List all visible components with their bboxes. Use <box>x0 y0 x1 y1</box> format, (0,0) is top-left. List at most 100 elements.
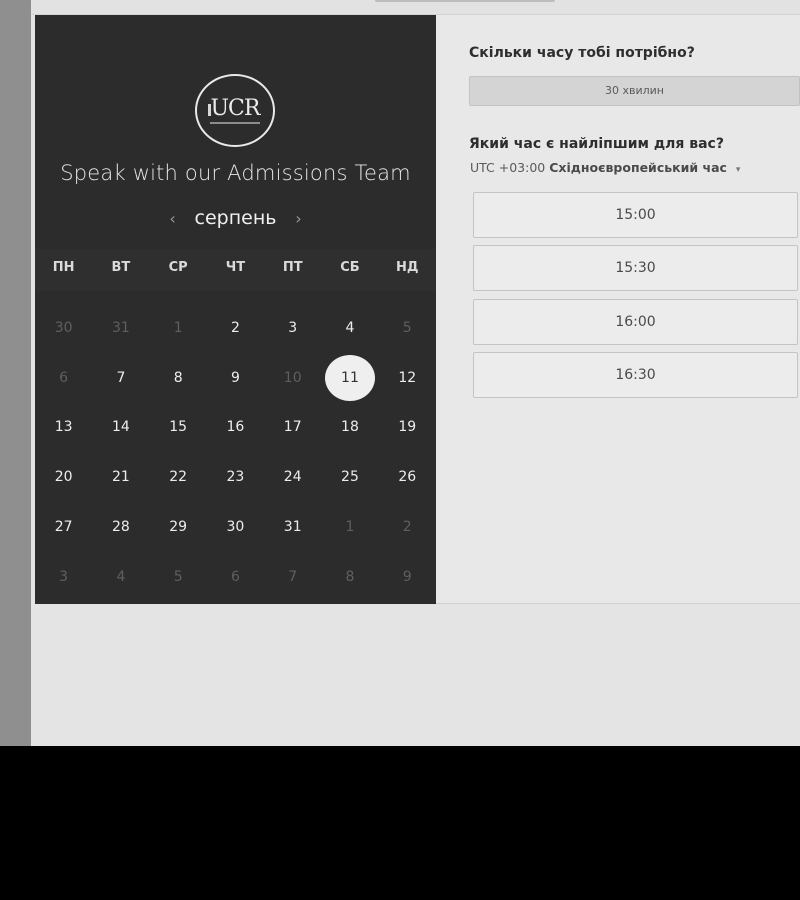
calendar-day-number: 8 <box>345 568 355 585</box>
calendar-day: 6 <box>35 353 92 403</box>
ucr-logo: UCR <box>195 74 275 147</box>
calendar-day-number: 21 <box>111 469 130 486</box>
calendar-day[interactable]: 27 <box>35 502 92 552</box>
calendar-day-number: 10 <box>283 369 302 386</box>
calendar-day-number: 16 <box>226 419 245 436</box>
calendar-day: 4 <box>92 552 149 602</box>
calendar-day[interactable]: 4 <box>321 303 378 353</box>
calendar-day-number: 1 <box>173 319 183 336</box>
weekday-label: ПТ <box>282 260 303 275</box>
calendar-day[interactable]: 2 <box>207 303 264 353</box>
chevron-left-icon[interactable]: ‹ <box>163 209 183 228</box>
calendar-day: 9 <box>379 552 436 602</box>
calendar-day-number: 9 <box>402 568 412 585</box>
time-slot[interactable]: 15:00 <box>473 192 798 238</box>
calendar-grid: 30 31 1 2 3 4 5 6 7 8 9 10 11 12 13 14 15 16 17 18 19 20 21 22 2… <box>35 303 436 602</box>
calendar-day-number: 5 <box>402 319 412 336</box>
calendar-day-number: 7 <box>288 568 298 585</box>
calendar-day[interactable]: 31 <box>264 502 321 552</box>
calendar-day[interactable]: 29 <box>150 502 207 552</box>
time-panel: Скільки часу тобі потрібно? 30 хвилин Як… <box>436 15 800 604</box>
screen: UCR Speak with our Admissions Team ‹ сер… <box>0 0 800 746</box>
calendar-day[interactable]: 25 <box>321 452 378 502</box>
chevron-right-icon[interactable]: › <box>288 209 308 228</box>
calendar-day-number: 30 <box>54 319 73 336</box>
left-scroll-strip <box>0 0 31 746</box>
timezone-offset: UTC +03:00 <box>470 160 546 175</box>
calendar-day-number: 3 <box>288 319 298 336</box>
calendar-day: 2 <box>379 502 436 552</box>
calendar-day: 6 <box>207 552 264 602</box>
calendar-panel: UCR Speak with our Admissions Team ‹ сер… <box>35 15 436 604</box>
calendar-day[interactable]: 19 <box>379 403 436 453</box>
calendar-day: 5 <box>379 303 436 353</box>
calendar-day-number: 8 <box>173 369 183 386</box>
calendar-day-number: 2 <box>230 319 240 336</box>
time-slot[interactable]: 16:30 <box>473 352 798 398</box>
calendar-day[interactable]: 14 <box>92 403 149 453</box>
weekday-header: ПН ВТ СР ЧТ ПТ СБ НД <box>35 249 436 291</box>
calendar-day-number: 31 <box>283 519 302 536</box>
calendar-week-row: 30 31 1 2 3 4 5 <box>35 303 436 353</box>
calendar-day-number: 23 <box>226 469 245 486</box>
calendar-day: 3 <box>35 552 92 602</box>
calendar-day[interactable]: 3 <box>264 303 321 353</box>
weekday-label: СР <box>168 260 188 275</box>
calendar-day-number: 3 <box>59 568 69 585</box>
calendar-day-selected[interactable]: 11 <box>321 353 378 403</box>
calendar-day[interactable]: 16 <box>207 403 264 453</box>
calendar-day: 10 <box>264 353 321 403</box>
calendar-day-number: 17 <box>283 419 302 436</box>
timezone-name: Східноєвропейський час <box>549 160 727 175</box>
calendar-day-number: 19 <box>398 419 417 436</box>
calendar-day[interactable]: 8 <box>150 353 207 403</box>
calendar-day[interactable]: 12 <box>379 353 436 403</box>
calendar-day[interactable]: 21 <box>92 452 149 502</box>
calendar-day[interactable]: 20 <box>35 452 92 502</box>
calendar-day[interactable]: 18 <box>321 403 378 453</box>
calendar-day[interactable]: 23 <box>207 452 264 502</box>
time-slot[interactable]: 15:30 <box>473 245 798 291</box>
calendar-day[interactable]: 17 <box>264 403 321 453</box>
calendar-day[interactable]: 24 <box>264 452 321 502</box>
calendar-day[interactable]: 15 <box>150 403 207 453</box>
top-bar <box>31 0 800 15</box>
calendar-day-number: 13 <box>54 419 73 436</box>
calendar-day: 31 <box>92 303 149 353</box>
weekday-label: ВТ <box>111 260 131 275</box>
calendar-day[interactable]: 22 <box>150 452 207 502</box>
timezone-selector[interactable]: UTC +03:00 Східноєвропейський час ▾ <box>470 160 740 175</box>
calendar-day-number: 4 <box>116 568 126 585</box>
calendar-day[interactable]: 28 <box>92 502 149 552</box>
booking-card: UCR Speak with our Admissions Team ‹ сер… <box>35 15 800 604</box>
calendar-day[interactable]: 13 <box>35 403 92 453</box>
calendar-day-number: 11 <box>324 354 375 401</box>
calendar-week-row: 13 14 15 16 17 18 19 <box>35 403 436 453</box>
calendar-day-number: 5 <box>173 568 183 585</box>
calendar-day: 30 <box>35 303 92 353</box>
calendar-week-row: 3 4 5 6 7 8 9 <box>35 552 436 602</box>
weekday-label: ПН <box>52 260 75 275</box>
calendar-day[interactable]: 30 <box>207 502 264 552</box>
calendar-day-number: 24 <box>283 469 302 486</box>
calendar-day: 1 <box>321 502 378 552</box>
calendar-day-number: 27 <box>54 519 73 536</box>
calendar-day[interactable]: 9 <box>207 353 264 403</box>
logo-underline <box>210 121 260 124</box>
calendar-week-row: 27 28 29 30 31 1 2 <box>35 502 436 552</box>
caret-down-icon: ▾ <box>735 165 741 175</box>
calendar-day-number: 4 <box>345 319 355 336</box>
calendar-day-number: 15 <box>169 419 188 436</box>
calendar-day[interactable]: 26 <box>379 452 436 502</box>
logo-spire-icon <box>208 104 211 116</box>
top-bar-text <box>375 0 555 2</box>
calendar-day[interactable]: 7 <box>92 353 149 403</box>
time-slot[interactable]: 16:00 <box>473 299 798 345</box>
time-question: Який час є найліпшим для вас? <box>469 136 724 152</box>
duration-button[interactable]: 30 хвилин <box>469 76 800 106</box>
calendar-day-number: 18 <box>341 419 359 436</box>
calendar-day-number: 29 <box>169 519 188 536</box>
duration-question: Скільки часу тобі потрібно? <box>469 45 695 61</box>
calendar-day: 1 <box>150 303 207 353</box>
calendar-week-row: 6 7 8 9 10 11 12 <box>35 353 436 403</box>
